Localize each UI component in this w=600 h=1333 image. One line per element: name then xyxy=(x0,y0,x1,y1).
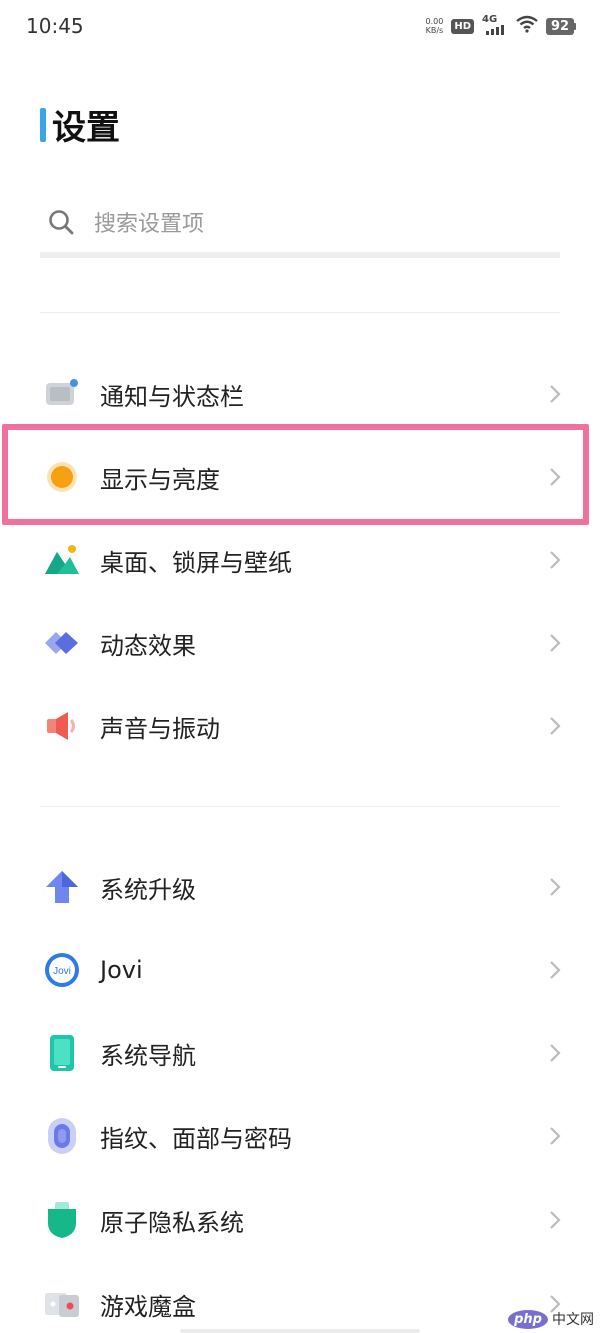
battery-icon: 92 xyxy=(546,17,576,35)
settings-item-label: 原子隐私系统 xyxy=(100,1208,244,1237)
status-icons: 0.00 KB/s HD 4G 92 xyxy=(426,14,576,38)
status-bar: 10:45 0.00 KB/s HD 4G 92 xyxy=(0,0,600,52)
settings-item-label: 系统导航 xyxy=(100,1041,196,1070)
settings-item-jovi[interactable]: Jovi Jovi xyxy=(40,930,565,1010)
settings-item-game-box[interactable]: 游戏魔盒 xyxy=(40,1264,565,1333)
settings-item-label: 桌面、锁屏与壁纸 xyxy=(100,548,292,577)
highlight-annotation-box xyxy=(2,424,589,525)
section-divider xyxy=(40,312,560,313)
settings-item-notification[interactable]: 通知与状态栏 xyxy=(40,354,565,434)
sound-icon xyxy=(40,704,84,748)
title-accent-bar xyxy=(40,107,46,142)
privacy-shield-icon xyxy=(40,1198,84,1242)
watermark-logo: php xyxy=(508,1309,548,1329)
wifi-icon xyxy=(516,15,538,37)
status-time: 10:45 xyxy=(26,14,84,38)
settings-item-privacy[interactable]: 原子隐私系统 xyxy=(40,1180,565,1260)
search-input[interactable] xyxy=(80,211,560,237)
settings-item-label: 通知与状态栏 xyxy=(100,382,244,411)
settings-item-label: 动态效果 xyxy=(100,631,196,660)
chevron-right-icon xyxy=(545,384,565,404)
search-icon xyxy=(40,209,80,239)
chevron-right-icon xyxy=(545,1043,565,1063)
settings-item-label: 声音与振动 xyxy=(100,714,220,743)
settings-item-animation[interactable]: 动态效果 xyxy=(40,603,565,683)
chevron-right-icon xyxy=(545,716,565,736)
wallpaper-icon xyxy=(40,538,84,582)
settings-item-label: 指纹、面部与密码 xyxy=(100,1124,292,1153)
section-divider xyxy=(40,806,560,807)
hd-icon: HD xyxy=(451,18,474,34)
chevron-right-icon xyxy=(545,960,565,980)
settings-item-sound[interactable]: 声音与振动 xyxy=(40,686,565,766)
settings-item-label: Jovi xyxy=(100,956,143,984)
system-update-icon xyxy=(40,865,84,909)
system-navigation-icon xyxy=(40,1031,84,1075)
settings-item-wallpaper[interactable]: 桌面、锁屏与壁纸 xyxy=(40,520,565,600)
battery-level: 92 xyxy=(546,17,574,35)
network-speed-unit: KB/s xyxy=(425,26,444,35)
search-bar[interactable] xyxy=(40,196,560,258)
cellular-signal-icon: 4G xyxy=(482,14,508,37)
jovi-icon-text: Jovi xyxy=(53,966,71,977)
jovi-icon: Jovi xyxy=(40,948,84,992)
settings-item-label: 游戏魔盒 xyxy=(100,1292,196,1321)
watermark-text: 中文网 xyxy=(552,1312,594,1328)
network-speed: 0.00 KB/s xyxy=(426,17,444,35)
network-type-label: 4G xyxy=(482,14,498,25)
network-speed-value: 0.00 xyxy=(425,17,444,26)
chevron-right-icon xyxy=(545,633,565,653)
animation-effects-icon xyxy=(40,621,84,665)
settings-item-label: 系统升级 xyxy=(100,875,196,904)
chevron-right-icon xyxy=(545,877,565,897)
notification-icon xyxy=(40,372,84,416)
watermark: php 中文网 xyxy=(508,1309,594,1329)
settings-item-navigation[interactable]: 系统导航 xyxy=(40,1013,565,1093)
game-box-icon xyxy=(40,1282,84,1326)
home-indicator[interactable] xyxy=(180,1329,420,1333)
chevron-right-icon xyxy=(545,550,565,570)
settings-item-fingerprint[interactable]: 指纹、面部与密码 xyxy=(40,1096,565,1176)
fingerprint-icon xyxy=(40,1114,84,1158)
chevron-right-icon xyxy=(545,1126,565,1146)
page-title: 设置 xyxy=(52,108,120,148)
page-header: 设置 xyxy=(40,100,120,149)
settings-item-system-update[interactable]: 系统升级 xyxy=(40,847,565,927)
chevron-right-icon xyxy=(545,1210,565,1230)
